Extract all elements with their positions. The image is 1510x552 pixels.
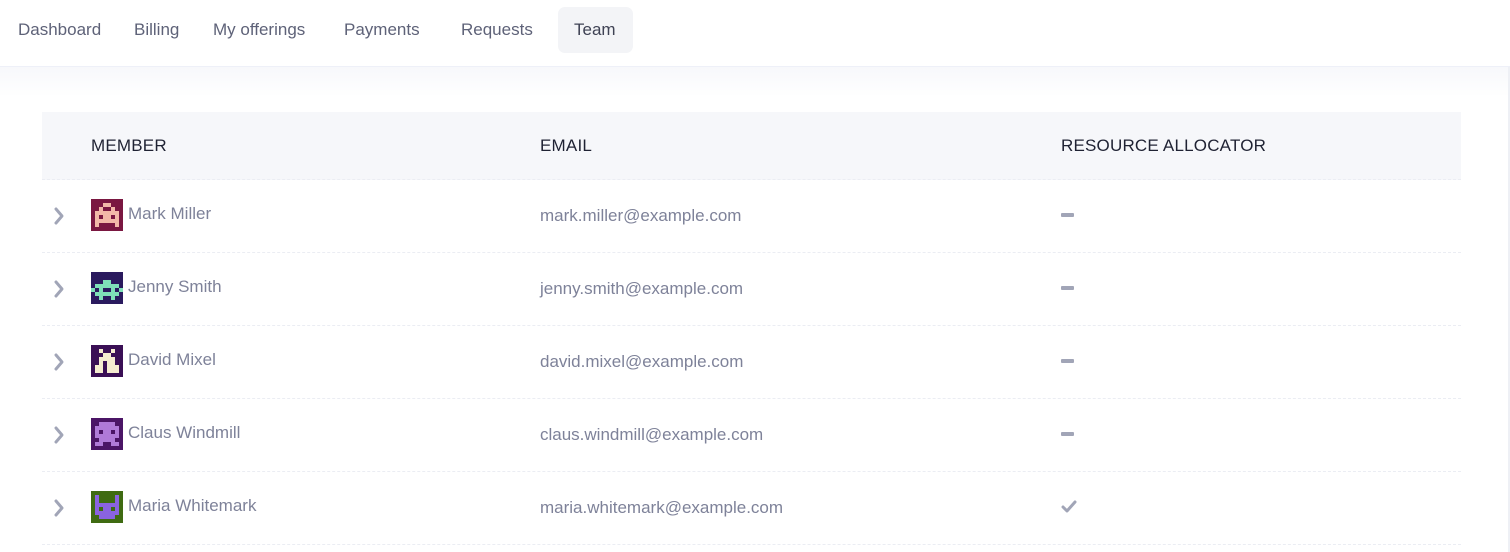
team-members-table: MEMBER EMAIL RESOURCE ALLOCATOR Mark Mil… [42,112,1461,545]
member-email: david.mixel@example.com [540,352,744,371]
column-header-resource-allocator[interactable]: RESOURCE ALLOCATOR [1061,112,1266,179]
tab-payments[interactable]: Payments [328,7,436,53]
dash-icon [1061,423,1081,445]
chevron-right-icon[interactable] [50,202,70,230]
chevron-right-icon[interactable] [50,421,70,449]
avatar [91,199,123,231]
dash-icon [1061,204,1081,226]
chevron-right-icon[interactable] [50,275,70,303]
member-name: Mark Miller [128,204,212,223]
tab-team[interactable]: Team [558,7,633,53]
avatar [91,345,123,377]
member-name: David Mixel [128,350,216,369]
column-header-member[interactable]: MEMBER [91,112,167,179]
member-email: mark.miller@example.com [540,206,742,225]
tab-my-offerings[interactable]: My offerings [197,7,321,53]
table-row: Maria Whitemark maria.whitemark@example.… [42,472,1461,545]
table-row: Mark Miller mark.miller@example.com [42,180,1461,253]
table-row: Jenny Smith jenny.smith@example.com [42,253,1461,326]
dash-icon [1061,350,1081,372]
member-email: claus.windmill@example.com [540,425,764,444]
tab-requests[interactable]: Requests [445,7,549,53]
avatar [91,272,123,304]
table-row: David Mixel david.mixel@example.com [42,326,1461,399]
tab-dashboard[interactable]: Dashboard [2,7,117,53]
table-row: Claus Windmill claus.windmill@example.co… [42,399,1461,472]
avatar [91,491,123,523]
member-email: jenny.smith@example.com [540,279,744,298]
member-name: Claus Windmill [128,423,241,442]
member-email: maria.whitemark@example.com [540,498,784,517]
member-name: Jenny Smith [128,277,222,296]
member-name: Maria Whitemark [128,496,257,515]
dash-icon [1061,277,1081,299]
chevron-right-icon[interactable] [50,348,70,376]
tab-billing[interactable]: Billing [118,7,195,53]
column-header-email[interactable]: EMAIL [540,112,592,179]
check-icon [1061,496,1081,518]
team-content-panel: MEMBER EMAIL RESOURCE ALLOCATOR Mark Mil… [0,67,1510,552]
table-header: MEMBER EMAIL RESOURCE ALLOCATOR [42,112,1461,180]
top-tab-nav: Dashboard Billing My offerings Payments … [0,0,1510,67]
chevron-right-icon[interactable] [50,494,70,522]
avatar [91,418,123,450]
